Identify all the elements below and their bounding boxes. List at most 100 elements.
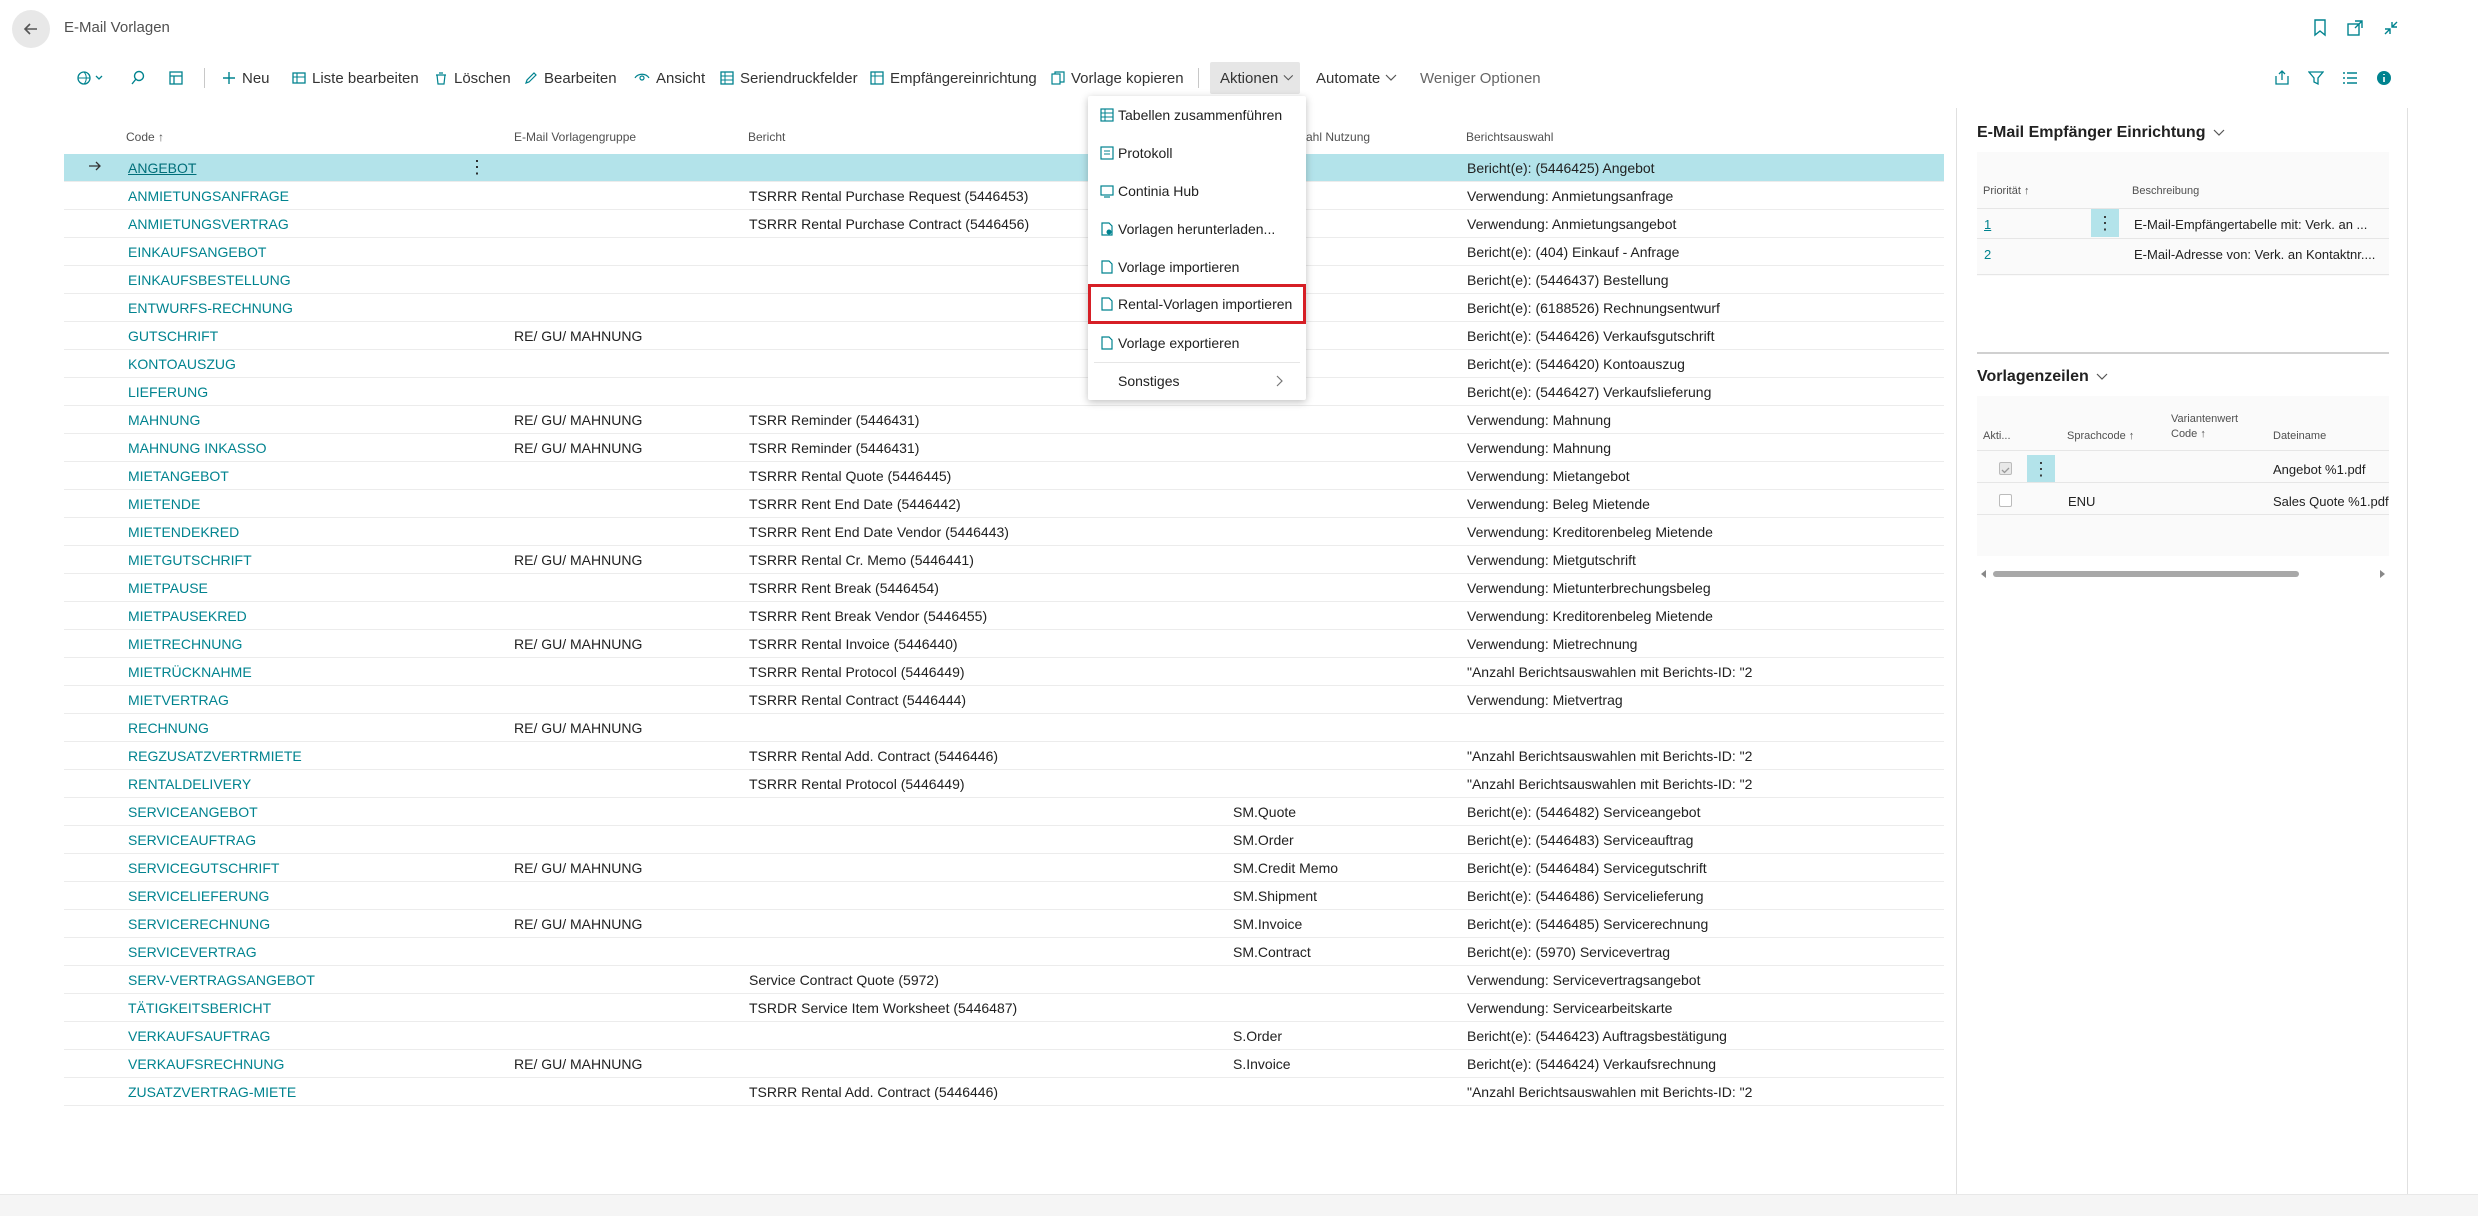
row-actions-icon[interactable]: ⋮ — [2091, 209, 2119, 237]
row-actions-icon[interactable]: ⋮ — [468, 157, 486, 178]
code-cell[interactable]: MIETANGEBOT — [128, 468, 229, 484]
table-row[interactable]: RENTALDELIVERY TSRRR Rental Protocol (544… — [64, 770, 1944, 798]
code-cell[interactable]: MIETENDE — [128, 496, 200, 512]
recipients-col-priority[interactable]: Priorität ↑ — [1983, 185, 2029, 197]
view-button[interactable]: Ansicht — [634, 62, 705, 94]
fewer-options-button[interactable]: Weniger Optionen — [1420, 62, 1541, 94]
table-row[interactable]: ⋮ ANGEBOT Bericht(e): (5446425) Angebot — [64, 154, 1944, 182]
recipient-setup-button[interactable]: Empfängereinrichtung — [870, 62, 1037, 94]
horizontal-scrollbar[interactable] — [1979, 568, 2387, 580]
table-row[interactable]: MIETENDEKRED TSRRR Rent End Date Vendor (… — [64, 518, 1944, 546]
code-cell[interactable]: RECHNUNG — [128, 720, 209, 736]
table-row[interactable]: MIETGUTSCHRIFT RE/ GU/ MAHNUNG TSRRR Renta… — [64, 546, 1944, 574]
code-cell[interactable]: EINKAUFSBESTELLUNG — [128, 272, 291, 288]
line-active-checkbox-1[interactable] — [1999, 462, 2012, 475]
col-header-report[interactable]: Bericht — [748, 130, 785, 144]
table-row[interactable]: SERVICEANGEBOT SM.Quote Bericht(e): (54464… — [64, 798, 1944, 826]
code-cell[interactable]: LIEFERUNG — [128, 384, 208, 400]
code-cell[interactable]: SERVICEVERTRAG — [128, 944, 257, 960]
menu-item-import-rental-templates[interactable]: Rental-Vorlagen importieren — [1088, 284, 1306, 324]
nav-dropdown-button[interactable] — [76, 62, 112, 94]
list-view-button[interactable] — [2342, 62, 2364, 94]
search-button[interactable] — [130, 62, 152, 94]
open-new-window-icon[interactable] — [2343, 16, 2367, 40]
code-cell[interactable]: SERVICEAUFTRAG — [128, 832, 256, 848]
code-cell[interactable]: EINKAUFSANGEBOT — [128, 244, 266, 260]
code-cell[interactable]: SERVICELIEFERUNG — [128, 888, 269, 904]
code-cell[interactable]: SERV-VERTRAGSANGEBOT — [128, 972, 315, 988]
table-row[interactable]: MIETENDE TSRRR Rent End Date (5446442) Ver… — [64, 490, 1944, 518]
code-cell[interactable]: MIETPAUSE — [128, 580, 208, 596]
table-row[interactable]: MIETRÜCKNAHME TSRRR Rental Protocol (5446… — [64, 658, 1944, 686]
code-cell[interactable]: KONTOAUSZUG — [128, 356, 236, 372]
table-row[interactable]: TÄTIGKEITSBERICHT TSRDR Service Item Work… — [64, 994, 1944, 1022]
code-cell[interactable]: MAHNUNG — [128, 412, 200, 428]
code-cell[interactable]: TÄTIGKEITSBERICHT — [128, 1000, 271, 1016]
menu-item-download-templates[interactable]: Vorlagen herunterladen... — [1094, 212, 1300, 246]
code-cell[interactable]: MIETENDEKRED — [128, 524, 239, 540]
back-button[interactable] — [12, 10, 50, 48]
table-row[interactable]: GUTSCHRIFT RE/ GU/ MAHNUNG Bericht(e): (54… — [64, 322, 1944, 350]
table-row[interactable]: SERVICEGUTSCHRIFT RE/ GU/ MAHNUNG SM.Credi… — [64, 854, 1944, 882]
actions-menu-button[interactable]: Aktionen — [1210, 62, 1300, 94]
recipient-priority-2[interactable]: 2 — [1984, 247, 1991, 262]
menu-item-merge-tables[interactable]: Tabellen zusammenführen — [1094, 98, 1300, 132]
table-row[interactable]: EINKAUFSBESTELLUNG Bericht(e): (5446437) … — [64, 266, 1944, 294]
recipients-col-description[interactable]: Beschreibung — [2132, 185, 2199, 197]
table-row[interactable]: LIEFERUNG Bericht(e): (5446427) Verkaufsl… — [64, 378, 1944, 406]
menu-item-export-template[interactable]: Vorlage exportieren — [1094, 326, 1300, 360]
edit-list-button[interactable]: Liste bearbeiten — [292, 62, 419, 94]
table-row[interactable]: SERVICERECHNUNG RE/ GU/ MAHNUNG SM.Invoice… — [64, 910, 1944, 938]
table-row[interactable]: ENTWURFS-RECHNUNGaftBericht(e): (6188526… — [64, 294, 1944, 322]
col-header-selection[interactable]: Berichtsauswahl — [1466, 130, 1553, 144]
lines-col-filename[interactable]: Dateiname — [2273, 430, 2326, 442]
table-row[interactable]: SERVICELIEFERUNG SM.Shipment Bericht(e): (… — [64, 882, 1944, 910]
menu-item-import-template[interactable]: Vorlage importieren — [1094, 250, 1300, 284]
table-row[interactable]: SERV-VERTRAGSANGEBOT Service Contract Quo… — [64, 966, 1944, 994]
code-cell[interactable]: SERVICEANGEBOT — [128, 804, 258, 820]
scrollbar-thumb[interactable] — [1993, 571, 2299, 577]
code-cell[interactable]: VERKAUFSRECHNUNG — [128, 1056, 284, 1072]
col-header-code[interactable]: Code ↑ — [126, 130, 164, 144]
code-cell[interactable]: MIETGUTSCHRIFT — [128, 552, 252, 568]
table-row[interactable]: ANMIETUNGSVERTRAG TSRRR Rental Purchase C… — [64, 210, 1944, 238]
code-cell[interactable]: MAHNUNG INKASSO — [128, 440, 266, 456]
table-row[interactable]: KONTOAUSZUGtBericht(e): (5446420) Kontoa… — [64, 350, 1944, 378]
table-row[interactable]: EINKAUFSANGEBOT Bericht(e): (404) Einkauf… — [64, 238, 1944, 266]
lines-col-language[interactable]: Sprachcode ↑ — [2067, 430, 2134, 442]
code-cell[interactable]: VERKAUFSAUFTRAG — [128, 1028, 270, 1044]
code-cell[interactable]: MIETVERTRAG — [128, 692, 229, 708]
lines-title[interactable]: Vorlagenzeilen — [1977, 368, 2108, 386]
bookmark-icon[interactable] — [2308, 16, 2332, 40]
new-button[interactable]: Neu — [222, 62, 270, 94]
table-row[interactable]: MIETPAUSEKRED TSRRR Rent Break Vendor (54… — [64, 602, 1944, 630]
col-header-group[interactable]: E-Mail Vorlagengruppe — [514, 130, 636, 144]
delete-button[interactable]: Löschen — [434, 62, 511, 94]
recipients-title[interactable]: E-Mail Empfänger Einrichtung — [1977, 124, 2225, 142]
table-row[interactable]: MAHNUNG INKASSO RE/ GU/ MAHNUNG TSRR Remin… — [64, 434, 1944, 462]
code-cell[interactable]: ANMIETUNGSANFRAGE — [128, 188, 289, 204]
info-button[interactable] — [2376, 62, 2398, 94]
code-cell[interactable]: MIETRÜCKNAHME — [128, 664, 252, 680]
edit-button[interactable]: Bearbeiten — [524, 62, 617, 94]
table-row[interactable]: SERVICEVERTRAG SM.Contract Bericht(e): (59… — [64, 938, 1944, 966]
view-toggle-button[interactable] — [168, 62, 190, 94]
menu-item-other[interactable]: Sonstiges — [1094, 364, 1300, 398]
lines-col-variant-line2[interactable]: Code ↑ — [2171, 428, 2206, 440]
line-active-checkbox-2[interactable] — [1999, 494, 2012, 507]
row-actions-icon[interactable]: ⋮ — [2027, 455, 2055, 483]
menu-item-log[interactable]: Protokoll — [1094, 136, 1300, 170]
lines-col-variant-line1[interactable]: Variantenwert — [2171, 413, 2238, 425]
code-cell[interactable]: ENTWURFS-RECHNUNG — [128, 300, 293, 316]
code-cell[interactable]: ZUSATZVERTRAG-MIETE — [128, 1084, 296, 1100]
code-cell[interactable]: RENTALDELIVERY — [128, 776, 251, 792]
code-cell[interactable]: REGZUSATZVERTRMIETE — [128, 748, 302, 764]
table-row[interactable]: REGZUSATZVERTRMIETE TSRRR Rental Add. Con… — [64, 742, 1944, 770]
menu-item-continia-hub[interactable]: Continia Hub — [1094, 174, 1300, 208]
merge-fields-button[interactable]: Seriendruckfelder — [720, 62, 858, 94]
lines-col-active[interactable]: Akti... — [1983, 430, 2011, 442]
table-row[interactable]: MIETPAUSE TSRRR Rent Break (5446454) Verwe… — [64, 574, 1944, 602]
table-row[interactable]: MIETANGEBOT TSRRR Rental Quote (5446445) V… — [64, 462, 1944, 490]
table-row[interactable]: MAHNUNG RE/ GU/ MAHNUNG TSRR Reminder (544… — [64, 406, 1944, 434]
table-row[interactable]: RECHNUNG RE/ GU/ MAHNUNG — [64, 714, 1944, 742]
